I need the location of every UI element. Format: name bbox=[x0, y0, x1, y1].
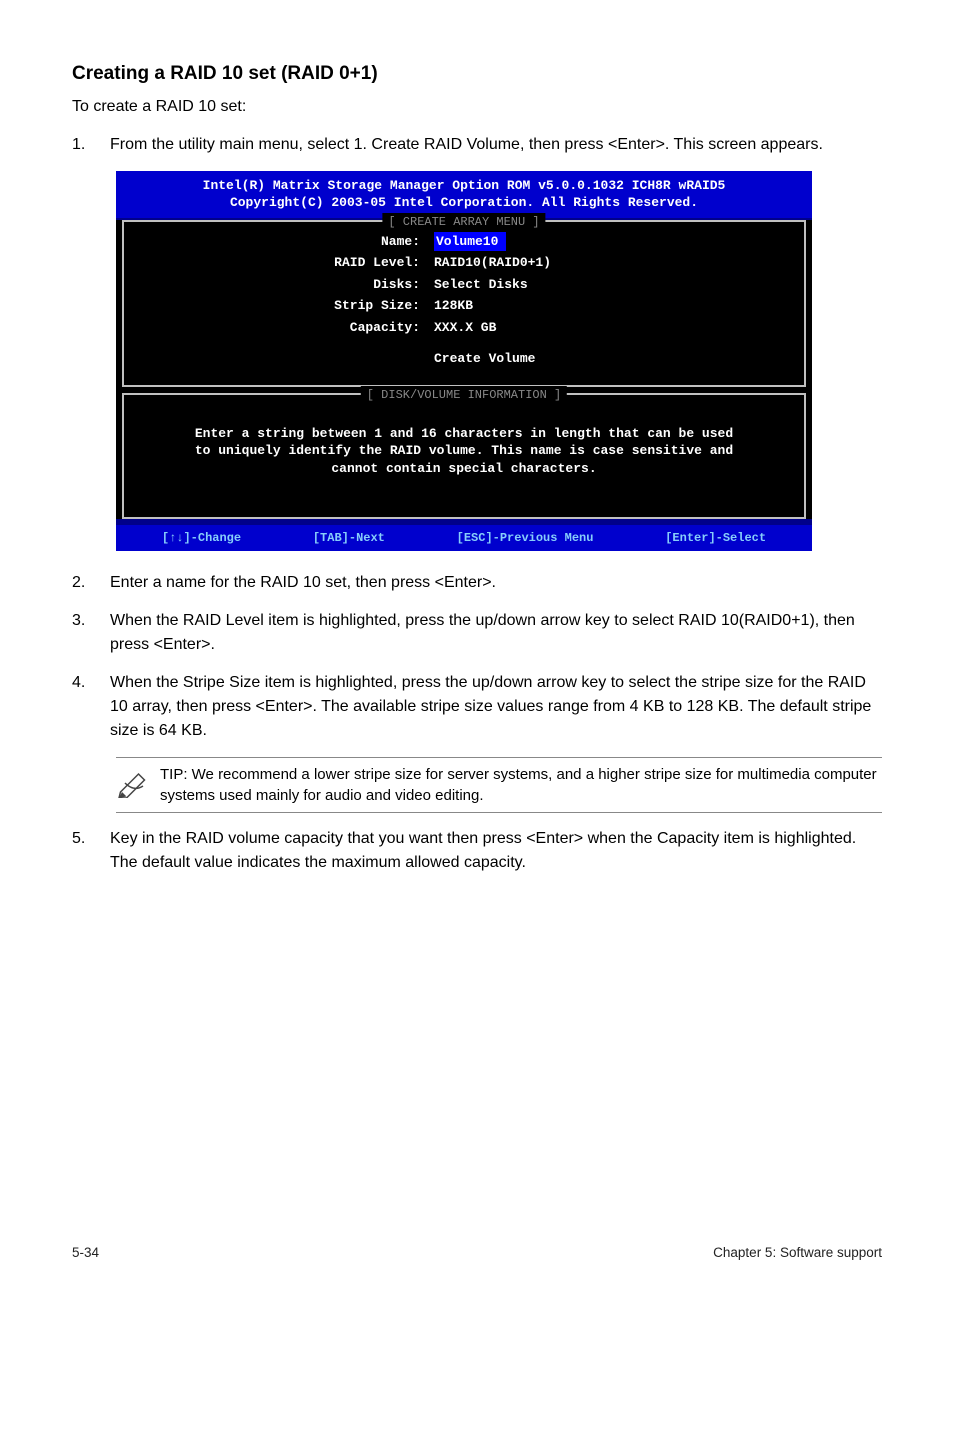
info-help-text: Enter a string between 1 and 16 characte… bbox=[134, 403, 794, 502]
field-raid-level: RAID Level: RAID10(RAID0+1) bbox=[134, 253, 794, 273]
bios-header-line1: Intel(R) Matrix Storage Manager Option R… bbox=[120, 177, 808, 195]
disk-volume-info-panel: [ DISK/VOLUME INFORMATION ] Enter a stri… bbox=[122, 393, 806, 520]
info-line: cannot contain special characters. bbox=[144, 460, 784, 478]
create-array-panel: [ CREATE ARRAY MENU ] Name: Volume10 RAI… bbox=[122, 220, 806, 387]
step-number: 5. bbox=[72, 827, 110, 875]
section-heading: Creating a RAID 10 set (RAID 0+1) bbox=[72, 60, 882, 89]
field-value-name[interactable]: Volume10 bbox=[434, 232, 794, 252]
field-value: RAID10(RAID0+1) bbox=[434, 253, 794, 273]
intro-text: To create a RAID 10 set: bbox=[72, 95, 882, 119]
field-value: 128KB bbox=[434, 296, 794, 316]
footer-change: [↑↓]-Change bbox=[162, 529, 241, 547]
field-disks: Disks: Select Disks bbox=[134, 275, 794, 295]
field-capacity: Capacity: XXX.X GB bbox=[134, 318, 794, 338]
bios-screenshot: Intel(R) Matrix Storage Manager Option R… bbox=[116, 171, 812, 552]
info-line: Enter a string between 1 and 16 characte… bbox=[144, 425, 784, 443]
tip-callout: TIP: We recommend a lower stripe size fo… bbox=[116, 757, 882, 813]
field-label: RAID Level: bbox=[134, 253, 434, 273]
step-text: When the RAID Level item is highlighted,… bbox=[110, 609, 882, 657]
step-text: From the utility main menu, select 1. Cr… bbox=[110, 133, 882, 157]
bios-footer: [↑↓]-Change [TAB]-Next [ESC]-Previous Me… bbox=[116, 525, 812, 551]
field-value: Select Disks bbox=[434, 275, 794, 295]
step-text: When the Stripe Size item is highlighted… bbox=[110, 671, 882, 743]
step-text: Enter a name for the RAID 10 set, then p… bbox=[110, 571, 882, 595]
field-label: Disks: bbox=[134, 275, 434, 295]
footer-select: [Enter]-Select bbox=[665, 529, 766, 547]
chapter-label: Chapter 5: Software support bbox=[713, 1243, 882, 1263]
step-number: 2. bbox=[72, 571, 110, 595]
bios-header: Intel(R) Matrix Storage Manager Option R… bbox=[116, 171, 812, 218]
step-number: 3. bbox=[72, 609, 110, 657]
field-name: Name: Volume10 bbox=[134, 232, 794, 252]
pencil-icon bbox=[116, 764, 160, 806]
step-text: Key in the RAID volume capacity that you… bbox=[110, 827, 882, 875]
field-value: XXX.X GB bbox=[434, 318, 794, 338]
field-label: Capacity: bbox=[134, 318, 434, 338]
field-label: Strip Size: bbox=[134, 296, 434, 316]
step-number: 1. bbox=[72, 133, 110, 157]
page-number: 5-34 bbox=[72, 1243, 99, 1263]
step-number: 4. bbox=[72, 671, 110, 743]
footer-next: [TAB]-Next bbox=[313, 529, 385, 547]
info-line: to uniquely identify the RAID volume. Th… bbox=[144, 442, 784, 460]
create-volume-action[interactable]: Create Volume bbox=[134, 349, 794, 369]
page-footer: 5-34 Chapter 5: Software support bbox=[72, 1235, 882, 1263]
field-label: Name: bbox=[134, 232, 434, 252]
tip-text: TIP: We recommend a lower stripe size fo… bbox=[160, 764, 882, 806]
disk-volume-panel-title: [ DISK/VOLUME INFORMATION ] bbox=[361, 386, 567, 404]
bios-header-line2: Copyright(C) 2003-05 Intel Corporation. … bbox=[120, 194, 808, 212]
create-array-panel-title: [ CREATE ARRAY MENU ] bbox=[382, 213, 545, 231]
footer-prev: [ESC]-Previous Menu bbox=[457, 529, 594, 547]
field-strip-size: Strip Size: 128KB bbox=[134, 296, 794, 316]
